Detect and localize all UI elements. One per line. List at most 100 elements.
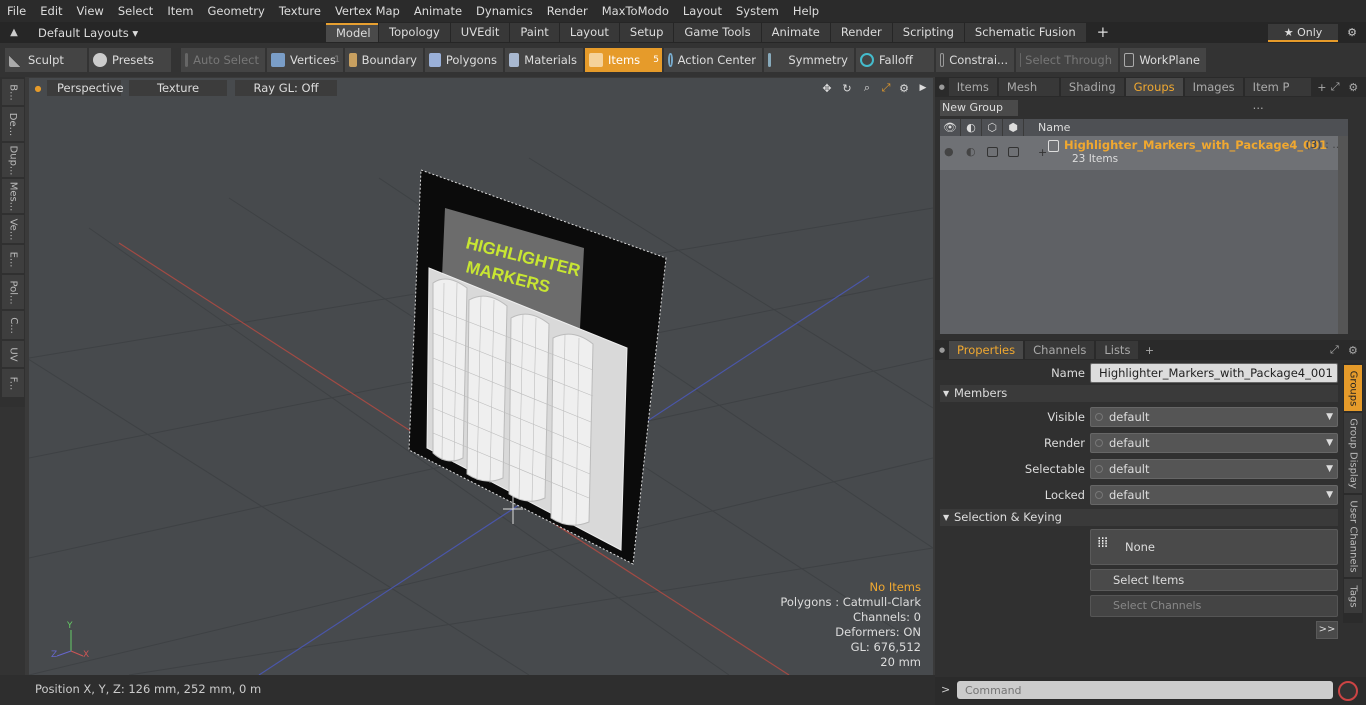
expand-group-icon[interactable]: +: [1038, 146, 1047, 159]
vertices-button[interactable]: Vertices 1: [267, 48, 343, 72]
constraints-button[interactable]: Constrai...: [936, 48, 1014, 72]
properties-dot-icon[interactable]: ●: [935, 346, 949, 354]
layout-dropdown[interactable]: Default Layouts ▾: [28, 26, 326, 40]
tab-layout[interactable]: Layout: [559, 23, 619, 42]
command-record-icon[interactable]: [1338, 681, 1358, 701]
left-tab-mesh-edit[interactable]: Mes...: [2, 179, 24, 213]
tab-setup[interactable]: Setup: [619, 23, 674, 42]
group-select-checkbox[interactable]: [1008, 147, 1019, 157]
symmetry-button[interactable]: Symmetry: [764, 48, 854, 72]
menu-animate[interactable]: Animate: [407, 0, 469, 22]
tab-item-properties[interactable]: Item P ...: [1244, 78, 1312, 112]
menu-dynamics[interactable]: Dynamics: [469, 0, 540, 22]
left-tab-duplicate[interactable]: Dup...: [2, 143, 24, 177]
select-through-button[interactable]: Select Through: [1016, 48, 1118, 72]
new-group-button[interactable]: New Group: [940, 100, 1018, 116]
tab-uvedit[interactable]: UVEdit: [450, 23, 510, 42]
settings-gear-icon[interactable]: ⚙: [1338, 26, 1366, 39]
tab-game-tools[interactable]: Game Tools: [674, 23, 761, 42]
tab-render[interactable]: Render: [830, 23, 892, 42]
group-list-scrollbar[interactable]: [1338, 136, 1348, 334]
panel-expand-icon[interactable]: ⤢: [1331, 80, 1349, 94]
tab-images[interactable]: Images: [1184, 78, 1243, 96]
left-tab-fusion[interactable]: F...: [2, 369, 24, 397]
fit-view-icon[interactable]: ⤢: [877, 81, 895, 95]
add-tab-button[interactable]: +: [1087, 23, 1120, 42]
render-select[interactable]: default ▼: [1090, 433, 1338, 453]
layout-menu-icon[interactable]: ▲: [0, 27, 28, 38]
selection-keying-section[interactable]: ▼ Selection & Keying: [940, 509, 1338, 526]
side-tab-group-display[interactable]: Group Display: [1344, 413, 1362, 493]
side-tab-tags[interactable]: Tags: [1344, 579, 1362, 613]
visibility-col-icon[interactable]: 👁: [940, 119, 961, 136]
left-tab-uv[interactable]: UV: [2, 341, 24, 367]
tab-channels[interactable]: Channels: [1025, 341, 1095, 359]
menu-vertex-map[interactable]: Vertex Map: [328, 0, 407, 22]
presets-button[interactable]: Presets: [89, 48, 171, 72]
left-tab-basic[interactable]: B...: [2, 79, 24, 105]
tab-paint[interactable]: Paint: [510, 23, 559, 42]
add-panel-tab-button[interactable]: +: [1313, 81, 1331, 94]
menu-item[interactable]: Item: [160, 0, 200, 22]
tab-animate[interactable]: Animate: [761, 23, 830, 42]
falloff-button[interactable]: Falloff: [856, 48, 934, 72]
rotate-view-icon[interactable]: ↻: [837, 82, 857, 95]
boundary-button[interactable]: Boundary: [345, 48, 423, 72]
workplane-button[interactable]: WorkPlane: [1120, 48, 1206, 72]
menu-file[interactable]: File: [0, 0, 33, 22]
tab-items[interactable]: Items: [948, 78, 997, 96]
menu-geometry[interactable]: Geometry: [201, 0, 272, 22]
raygl-button[interactable]: Ray GL: Off: [235, 80, 337, 96]
tab-model[interactable]: Model: [326, 23, 378, 42]
lock-col-icon[interactable]: ⬡: [982, 119, 1003, 136]
tab-shading[interactable]: Shading: [1060, 78, 1124, 96]
perspective-button[interactable]: Perspective: [47, 80, 124, 96]
group-row[interactable]: ● ◐ + Highlighter_Markers_with_Package4_…: [940, 136, 1348, 170]
materials-button[interactable]: Materials: [505, 48, 583, 72]
members-section[interactable]: ▼ Members: [940, 385, 1338, 402]
render-col-icon[interactable]: ◐: [961, 119, 982, 136]
menu-texture[interactable]: Texture: [272, 0, 328, 22]
group-render-icon[interactable]: ◐: [966, 145, 976, 158]
select-col-icon[interactable]: ⬢: [1003, 119, 1024, 136]
zoom-view-icon[interactable]: ⌕: [857, 81, 877, 95]
side-tab-user-channels[interactable]: User Channels: [1344, 495, 1362, 577]
name-field[interactable]: Highlighter_Markers_with_Package4_001 (3…: [1090, 363, 1338, 398]
visible-select[interactable]: default ▼: [1090, 407, 1338, 427]
polygons-button[interactable]: Polygons: [425, 48, 503, 72]
menu-render[interactable]: Render: [540, 0, 595, 22]
tab-scripting[interactable]: Scripting: [892, 23, 964, 42]
properties-expand-icon[interactable]: ⤢: [1330, 343, 1348, 357]
menu-help[interactable]: Help: [786, 0, 826, 22]
viewport-expand-icon[interactable]: ▶: [913, 83, 933, 93]
left-tab-deform[interactable]: De...: [2, 107, 24, 141]
left-tab-polygon[interactable]: Pol...: [2, 275, 24, 309]
menu-view[interactable]: View: [70, 0, 111, 22]
menu-layout[interactable]: Layout: [676, 0, 729, 22]
group-visible-icon[interactable]: ●: [944, 145, 954, 158]
menu-select[interactable]: Select: [111, 0, 160, 22]
menu-edit[interactable]: Edit: [33, 0, 69, 22]
menu-maxtomodo[interactable]: MaxToModo: [595, 0, 676, 22]
add-property-tab-button[interactable]: +: [1140, 344, 1158, 357]
auto-select-button[interactable]: Auto Select: [181, 48, 265, 72]
menu-system[interactable]: System: [729, 0, 786, 22]
command-input[interactable]: [957, 681, 1333, 699]
select-channels-button[interactable]: Select Channels: [1090, 595, 1338, 617]
select-items-button[interactable]: Select Items: [1090, 569, 1338, 591]
texture-button[interactable]: Texture: [129, 80, 227, 96]
top-panel-dot-icon[interactable]: ●: [935, 83, 949, 91]
3d-viewport[interactable]: HIGHLIGHTER MARKERS Y X Z ● Perspective …: [29, 78, 933, 675]
tab-properties[interactable]: Properties: [949, 341, 1024, 359]
viewport-menu-dot-icon[interactable]: ●: [29, 84, 47, 93]
locked-select[interactable]: default ▼: [1090, 485, 1338, 505]
none-button[interactable]: ⁞⁞⁞ None: [1090, 529, 1338, 565]
sculpt-button[interactable]: Sculpt: [5, 48, 87, 72]
tab-lists[interactable]: Lists: [1096, 341, 1139, 359]
group-lock-checkbox[interactable]: [987, 147, 998, 157]
properties-settings-icon[interactable]: ⚙: [1348, 344, 1366, 357]
viewport-settings-icon[interactable]: ⚙: [895, 82, 913, 95]
more-button[interactable]: >>: [1316, 621, 1338, 639]
left-tab-edge[interactable]: E...: [2, 245, 24, 273]
left-tab-curve[interactable]: C...: [2, 311, 24, 339]
